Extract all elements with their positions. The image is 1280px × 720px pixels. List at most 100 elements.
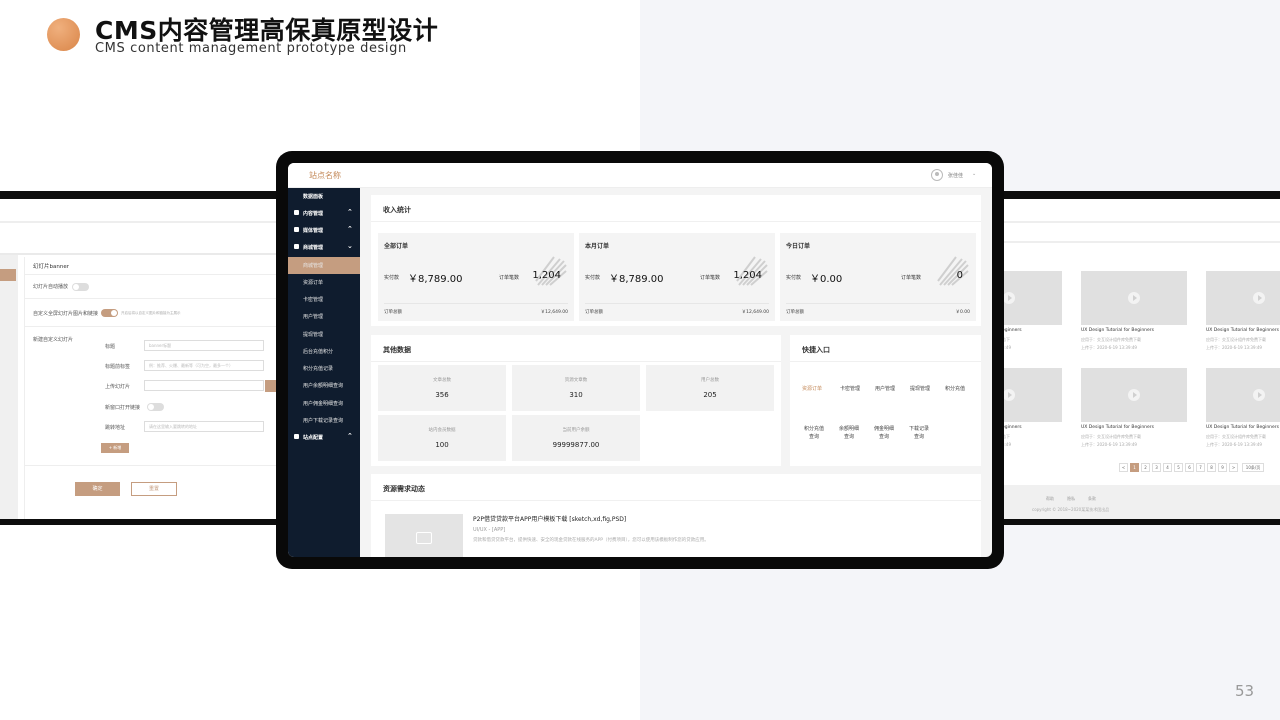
paid-value: ￥0.00	[810, 274, 843, 285]
quick-link-card-keys[interactable]: 卡密管理	[840, 385, 860, 393]
chevron-down-icon[interactable]: ⌄	[972, 171, 976, 177]
title-input[interactable]: banner标题	[144, 340, 264, 351]
autoplay-toggle[interactable]	[72, 283, 89, 291]
video-meta: 应用于：交互设计组件库免费下载	[1206, 337, 1266, 342]
order-total-label: 订单总额	[786, 310, 804, 315]
footer-link[interactable]: 隐私	[1067, 496, 1075, 502]
upload-input[interactable]	[144, 380, 264, 391]
sidebar-subitem-commission-query[interactable]: 用户佣金明细查询	[288, 395, 360, 412]
pagination-prev[interactable]: <	[1119, 463, 1128, 472]
data-card-articles: 文章总数 356	[378, 365, 506, 411]
user-name[interactable]: 张佳佳	[948, 172, 963, 179]
pagination-page[interactable]: 8	[1207, 463, 1216, 472]
avatar-icon[interactable]	[931, 169, 943, 181]
order-count-value: 1,204	[532, 270, 561, 281]
data-card-label: 用户总数	[701, 378, 719, 383]
confirm-button[interactable]: 确定	[75, 482, 120, 496]
sidebar-item-label: 卡密管理	[303, 297, 324, 303]
pagination-page[interactable]: 6	[1185, 463, 1194, 472]
video-title[interactable]: UX Design Tutorial for Beginners	[1081, 425, 1154, 430]
quick-link-points-recharge[interactable]: 积分充值	[945, 385, 965, 393]
new-window-toggle[interactable]	[147, 403, 164, 411]
sidebar-subitem-withdraw[interactable]: 提现管理	[288, 326, 360, 343]
quick-link-download-query[interactable]: 下载记录 查询	[909, 425, 929, 441]
data-card-members: 站内会员数据 100	[378, 415, 506, 461]
tag-icon	[294, 210, 299, 215]
pagination-page[interactable]: 1	[1130, 463, 1139, 472]
url-input[interactable]: 请在这里输入要跳转的地址	[144, 421, 264, 432]
gear-icon	[294, 434, 299, 439]
stat-card-today-orders: 今日订单 实付款 ￥0.00 订单笔数 0 订单总额 ￥0.00	[780, 233, 976, 321]
pagination-page[interactable]: 3	[1152, 463, 1161, 472]
sidebar-subitem-recharge-points[interactable]: 后台充值积分	[288, 343, 360, 360]
quick-link-commission-query[interactable]: 佣金明细 查询	[874, 425, 894, 441]
video-thumbnail[interactable]	[1002, 271, 1062, 325]
sidebar-item-media[interactable]: 媒体管理 ⌃	[288, 222, 360, 239]
footer-link[interactable]: 条款	[1088, 496, 1096, 502]
order-total-label: 订单总额	[585, 310, 603, 315]
data-card-value: 100	[435, 441, 449, 449]
reset-button[interactable]: 重置	[131, 482, 177, 496]
video-thumbnail[interactable]	[1081, 368, 1187, 422]
sidebar-item-label: 用户下载记录查询	[303, 418, 344, 424]
video-title[interactable]: UX Design Tutorial for Beginners	[1206, 425, 1279, 430]
data-card-users: 用户总数 205	[646, 365, 774, 411]
pagination-page[interactable]: 7	[1196, 463, 1205, 472]
video-thumbnail[interactable]	[1002, 368, 1062, 422]
sidebar-subitem-mall-manage[interactable]: 商城管理	[288, 257, 360, 274]
sidebar: 数据面板 内容管理 ⌃ 媒体管理 ⌃ 商城管理 ⌄ 商城管理 资源订单 卡密管理 用户…	[288, 188, 360, 557]
video-title[interactable]: UX Design Tutorial for Beginners	[1206, 328, 1279, 333]
pagination-page[interactable]: 9	[1218, 463, 1227, 472]
divider	[585, 303, 769, 304]
sidebar-item-label: 积分充值记录	[303, 366, 334, 372]
video-thumbnail[interactable]	[1206, 271, 1280, 325]
sidebar-subitem-card-keys[interactable]: 卡密管理	[288, 291, 360, 308]
divider	[24, 274, 278, 275]
custom-slides-toggle[interactable]	[101, 309, 118, 317]
divider	[371, 221, 981, 222]
sidebar-subitem-points-records[interactable]: 积分充值记录	[288, 360, 360, 377]
footer-link[interactable]: 帮助	[1046, 496, 1054, 502]
quick-link-withdraw[interactable]: 提现管理	[910, 385, 930, 393]
pagination-page[interactable]: 5	[1174, 463, 1183, 472]
order-total-value: ￥0.00	[955, 310, 970, 315]
video-thumbnail[interactable]	[1206, 368, 1280, 422]
resource-thumbnail[interactable]	[385, 514, 463, 557]
chevron-down-icon: ⌄	[347, 242, 353, 250]
paid-label: 实付款	[585, 275, 601, 281]
quick-link-balance-query[interactable]: 余额明细 查询	[839, 425, 859, 441]
pagination-page[interactable]: 2	[1141, 463, 1150, 472]
page-size-select[interactable]: 10条/页	[1242, 463, 1264, 472]
new-slide-label: 新建自定义幻灯片	[33, 337, 74, 343]
sidebar-subitem-users[interactable]: 用户管理	[288, 308, 360, 325]
image-placeholder-icon	[416, 532, 432, 544]
sidebar-item-mall[interactable]: 商城管理 ⌄	[288, 239, 360, 256]
video-date: 上传于：2020-6-19 13:39:49	[1081, 345, 1137, 350]
sidebar-item-dashboard[interactable]: 数据面板	[288, 188, 360, 205]
sidebar-subitem-resource-orders[interactable]: 资源订单	[288, 274, 360, 291]
site-name[interactable]: 站点名称	[309, 170, 341, 181]
resource-title[interactable]: P2P借贷贷款平台APP用户模板下载 [sketch,xd,fig,PSD]	[473, 514, 626, 523]
field-label: 新窗口打开链接	[105, 405, 141, 411]
topbar-line	[1002, 221, 1280, 223]
tag-input[interactable]: 例：推荐、火爆、最新等（可为空，最多一个）	[144, 360, 264, 371]
add-slide-button[interactable]: + 新增	[101, 443, 129, 453]
video-title[interactable]: eginners	[1002, 425, 1022, 430]
footer	[1002, 485, 1280, 519]
divider	[790, 361, 981, 362]
pagination-page[interactable]: 4	[1163, 463, 1172, 472]
quick-link-resource-orders[interactable]: 资源订单	[802, 385, 822, 393]
video-title[interactable]: UX Design Tutorial for Beginners	[1081, 328, 1154, 333]
sidebar-subitem-download-query[interactable]: 用户下载记录查询	[288, 412, 360, 429]
sidebar-item-site-config[interactable]: 站点配置 ⌃	[288, 429, 360, 446]
video-title[interactable]: eginners	[1002, 328, 1022, 333]
pagination-next[interactable]: >	[1229, 463, 1238, 472]
sidebar-item-content[interactable]: 内容管理 ⌃	[288, 205, 360, 222]
field-label: 跳转地址	[105, 425, 126, 431]
video-thumbnail[interactable]	[1081, 271, 1187, 325]
video-date: 上传于：2020-6-19 13:39:49	[1206, 345, 1262, 350]
sidebar-subitem-balance-query[interactable]: 用户余额明细查询	[288, 377, 360, 394]
quick-link-users[interactable]: 用户管理	[875, 385, 895, 393]
chevron-up-icon: ⌃	[347, 208, 353, 216]
quick-link-points-query[interactable]: 积分充值 查询	[804, 425, 824, 441]
